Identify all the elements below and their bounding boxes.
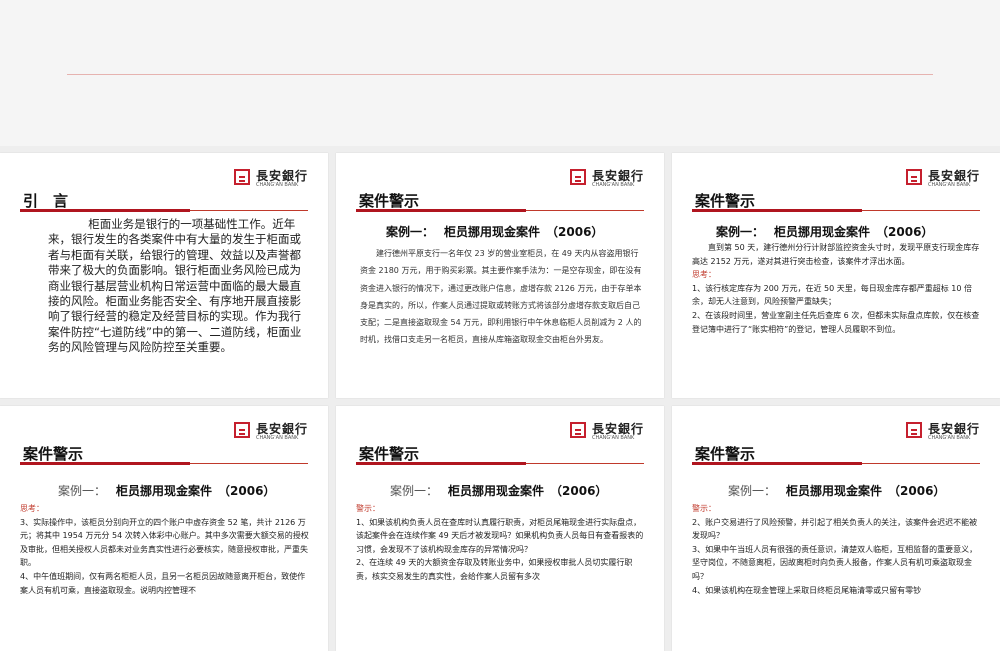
case-number: 案例一：: [716, 225, 765, 239]
bank-logo-icon: [906, 422, 922, 438]
slide-title: 案件警示: [359, 445, 420, 463]
list-item: 4、中午值班期间，仅有两名柜柜人员，且另一名柜员因故随意离开柜台，致使作案人员有…: [20, 571, 306, 595]
section-label: 警示：: [692, 504, 716, 513]
bank-logo: 長安銀行 CHANG'AN BANK: [234, 167, 316, 191]
title-rule-accent: [356, 462, 526, 465]
case-notes: 警示： 2、账户交易进行了风险预警，并引起了相关负责人的关注，该案件会迟迟不能被…: [692, 502, 982, 597]
list-item: 4、如果该机构在现金管理上采取日终柜员尾箱清零或只留有零钞: [692, 585, 922, 595]
case-name: 柜员挪用现金案件 （2006）: [116, 484, 276, 498]
slide-title: 引 言: [23, 192, 69, 210]
bank-logo: 長安銀行 CHANG'AN BANK: [234, 420, 316, 444]
case-name: 柜员挪用现金案件 （2006）: [786, 484, 946, 498]
case-heading: 案例一： 柜员挪用现金案件 （2006）: [386, 223, 603, 240]
slide-thumbnail-2[interactable]: 長安銀行 CHANG'AN BANK 案件警示 案例一： 柜员挪用现金案件 （20…: [336, 153, 664, 398]
intro-paragraph: 柜面业务是银行的一项基础性工作。近年来，银行发生的各类案件中有大量的发生于柜面或…: [48, 217, 302, 355]
list-item: 2、在该段时间里，营业室副主任先后查库 6 次，但都未实际盘点库款，仅在核查登记…: [692, 310, 980, 334]
case-number: 案例一：: [386, 225, 435, 239]
bank-logo-icon: [234, 422, 250, 438]
case-heading: 案例一： 柜员挪用现金案件 （2006）: [390, 482, 607, 499]
title-rule-accent: [692, 209, 862, 212]
slide-thumbnail-5[interactable]: 長安銀行 CHANG'AN BANK 案件警示 案例一： 柜员挪用现金案件 （20…: [336, 406, 664, 651]
title-rule-accent: [356, 209, 526, 212]
slide-title: 案件警示: [23, 445, 84, 463]
bank-logo: 長安銀行 CHANG'AN BANK: [906, 420, 988, 444]
list-item: 1、该行核定库存为 200 万元，在近 50 天里，每日现金库存都严重超标 10…: [692, 283, 972, 307]
divider-line: [67, 74, 933, 75]
bank-name-en: CHANG'AN BANK: [592, 182, 635, 188]
list-item: 2、账户交易进行了风险预警，并引起了相关负责人的关注，该案件会迟迟不能被发现吗？: [692, 517, 978, 541]
slide-title: 案件警示: [695, 192, 756, 210]
slide-title: 案件警示: [359, 192, 420, 210]
bank-name-en: CHANG'AN BANK: [928, 435, 971, 441]
bank-logo: 長安銀行 CHANG'AN BANK: [906, 167, 988, 191]
case-intro: 直到第 50 天，建行德州分行计财部监控资金头寸时，发现平原支行现金库存高达 2…: [692, 243, 980, 266]
case-number: 案例一：: [58, 484, 107, 498]
case-notes: 直到第 50 天，建行德州分行计财部监控资金头寸时，发现平原支行现金库存高达 2…: [692, 241, 982, 336]
bank-logo-icon: [234, 169, 250, 185]
case-number: 案例一：: [728, 484, 777, 498]
case-name: 柜员挪用现金案件 （2006）: [444, 225, 604, 239]
slide-thumbnail-6[interactable]: 長安銀行 CHANG'AN BANK 案件警示 案例一： 柜员挪用现金案件 （20…: [672, 406, 1000, 651]
slide-thumbnail-4[interactable]: 長安銀行 CHANG'AN BANK 案件警示 案例一： 柜员挪用现金案件 （20…: [0, 406, 328, 651]
list-item: 3、如果中午当班人员有很强的责任意识，清楚双人临柜，互相监督的重要意义，坚守岗位…: [692, 544, 978, 581]
list-item: 1、如果该机构负责人员在查库时认真履行职责，对柜员尾箱现金进行实际盘点，该起案件…: [356, 517, 644, 554]
title-rule-accent: [692, 462, 862, 465]
case-heading: 案例一： 柜员挪用现金案件 （2006）: [716, 223, 933, 240]
bank-name-en: CHANG'AN BANK: [928, 182, 971, 188]
case-heading: 案例一： 柜员挪用现金案件 （2006）: [58, 482, 275, 499]
title-rule-accent: [20, 209, 190, 212]
bank-name-en: CHANG'AN BANK: [256, 182, 299, 188]
previous-slide-strip: [0, 0, 1000, 146]
slide-thumbnail-1[interactable]: 長安銀行 CHANG'AN BANK 引 言 柜面业务是银行的一项基础性工作。近…: [0, 153, 328, 398]
bank-logo-icon: [570, 422, 586, 438]
section-label: 警示：: [356, 504, 380, 513]
title-rule-accent: [20, 462, 190, 465]
bank-logo: 長安銀行 CHANG'AN BANK: [570, 420, 652, 444]
case-number: 案例一：: [390, 484, 439, 498]
bank-logo-icon: [570, 169, 586, 185]
list-item: 2、在连续 49 天的大额资金存取及转账业务中，如果授权审批人员切实履行职责，核…: [356, 558, 633, 581]
case-name: 柜员挪用现金案件 （2006）: [774, 225, 934, 239]
case-description: 建行德州平原支行一名年仅 23 岁的营业室柜员，在 49 天内从容盗用银行资金 …: [360, 245, 646, 349]
bank-name-en: CHANG'AN BANK: [256, 435, 299, 441]
bank-name-en: CHANG'AN BANK: [592, 435, 635, 441]
case-notes: 思考： 3、实际操作中，该柜员分别向开立的四个账户中虚存资金 52 笔，共计 2…: [20, 502, 310, 597]
case-paragraph: 建行德州平原支行一名年仅 23 岁的营业室柜员，在 49 天内从容盗用银行资金 …: [360, 249, 642, 345]
case-name: 柜员挪用现金案件 （2006）: [448, 484, 608, 498]
section-label: 思考：: [692, 270, 716, 280]
slide-title: 案件警示: [695, 445, 756, 463]
section-label: 思考：: [20, 504, 44, 513]
case-heading: 案例一： 柜员挪用现金案件 （2006）: [728, 482, 945, 499]
bank-logo-icon: [906, 169, 922, 185]
bank-logo: 長安銀行 CHANG'AN BANK: [570, 167, 652, 191]
slide-thumbnail-3[interactable]: 長安銀行 CHANG'AN BANK 案件警示 案例一： 柜员挪用现金案件 （20…: [672, 153, 1000, 398]
case-notes: 警示： 1、如果该机构负责人员在查库时认真履行职责，对柜员尾箱现金进行实际盘点，…: [356, 502, 646, 584]
list-item: 3、实际操作中，该柜员分别向开立的四个账户中虚存资金 52 笔，共计 2126 …: [20, 517, 309, 568]
